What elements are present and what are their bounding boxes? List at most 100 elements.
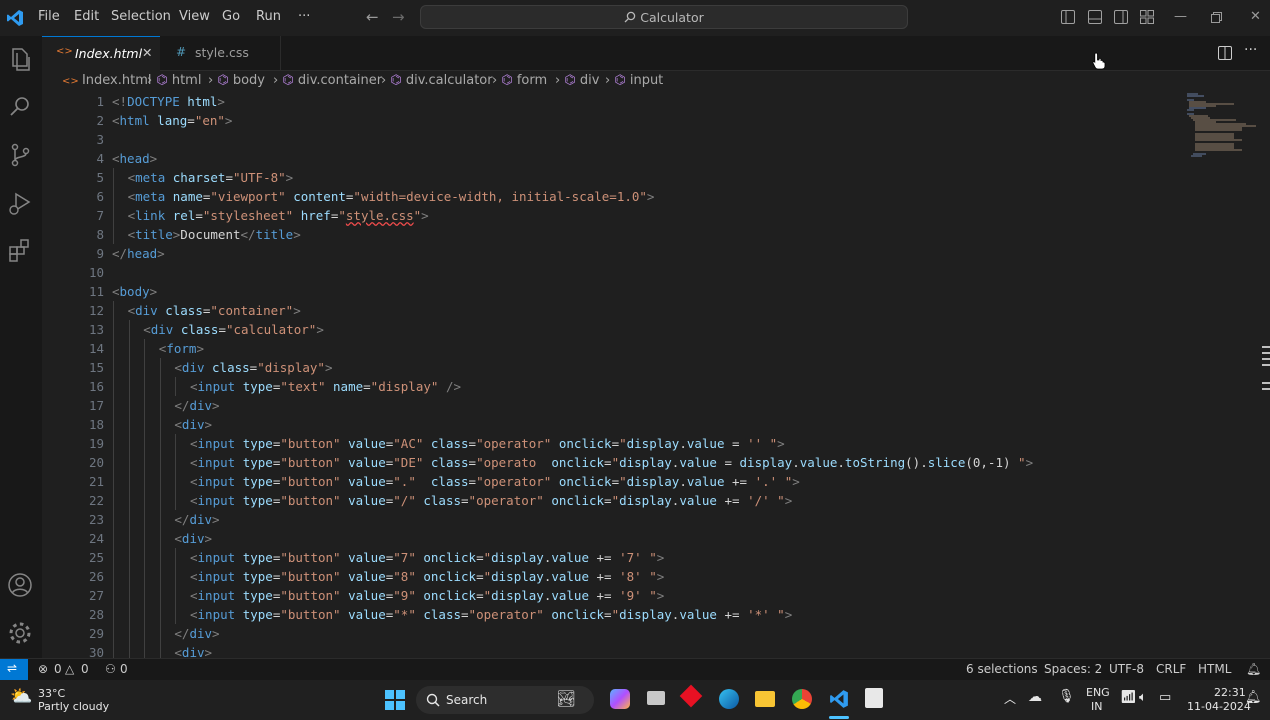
close-tab-icon[interactable]: ✕ [142,45,152,60]
input-language-top[interactable]: ENG [1086,686,1110,699]
clock-time[interactable]: 22:31 [1214,686,1246,699]
command-center[interactable]: Calculator [420,5,908,29]
code-line[interactable]: <div class="display"> [174,360,332,375]
vscode-taskbar-icon[interactable] [829,689,849,709]
code-line[interactable]: <html lang="en"> [112,113,232,128]
warnings-icon[interactable]: △ [65,662,74,676]
edge-browser-icon[interactable] [719,689,739,709]
menu-edit[interactable]: Edit [74,9,99,24]
notifications-bell-icon[interactable]: 🔔︎ [1246,662,1261,676]
code-editor[interactable]: 1 <!DOCTYPE html> 2 <html lang="en"> 3 4 <head… [0,0,1270,662]
code-line[interactable]: </div> [174,626,219,641]
search-icon[interactable] [5,92,35,122]
copilot-icon[interactable] [610,689,630,709]
extensions-icon[interactable] [5,236,35,266]
customize-layout-icon[interactable] [1140,10,1154,24]
menu-file[interactable]: File [38,9,60,24]
wifi-icon[interactable]: 📶︎ [1120,690,1137,705]
ports-icon[interactable]: ⚇ [105,662,116,676]
menu-view[interactable]: View [179,9,210,24]
notepad-icon[interactable] [865,688,883,708]
indentation[interactable]: Spaces: 2 [1044,662,1102,676]
back-arrow-icon[interactable]: ← [366,8,379,26]
ports-count[interactable]: 0 [120,662,128,676]
toggle-panel-icon[interactable] [1088,10,1102,24]
menu-selection[interactable]: Selection [111,9,171,24]
weather-temp[interactable]: 33°C [38,687,65,700]
code-line[interactable]: <!DOCTYPE html> [112,94,225,109]
end-of-line[interactable]: CRLF [1156,662,1186,676]
split-editor-icon[interactable] [1218,46,1232,60]
weather-desc[interactable]: Partly cloudy [38,700,109,713]
code-line[interactable]: <input type="button" value="9" onclick="… [190,588,664,603]
chevron-up-icon[interactable]: ︿ [1004,690,1016,707]
breadcrumb-item[interactable]: input [630,73,663,88]
minimize-icon[interactable]: — [1174,9,1187,24]
code-line[interactable]: <input type="button" value="/" class="op… [190,493,792,508]
code-line[interactable]: <body> [112,284,157,299]
code-line[interactable]: </head> [112,246,165,261]
code-line[interactable]: <title>Document</title> [128,227,301,242]
code-line[interactable]: <div> [174,531,212,546]
code-line[interactable]: <input type="button" value="AC" class="o… [190,436,785,451]
more-actions-icon[interactable]: ··· [1244,42,1257,58]
menu-more[interactable]: ··· [298,9,310,24]
app-icon[interactable] [679,684,703,708]
minimap[interactable] [1186,92,1260,162]
file-explorer-icon[interactable] [755,691,775,707]
tab-index-html[interactable]: <> Index.html ✕ [42,36,160,71]
forward-arrow-icon[interactable]: → [392,8,405,26]
code-line[interactable]: </div> [174,512,219,527]
breadcrumb-item[interactable]: div.container [298,73,382,88]
code-line[interactable]: <head> [112,151,157,166]
microphone-icon[interactable]: 🎙︎ [1058,689,1075,704]
toggle-primary-sidebar-icon[interactable] [1061,10,1075,24]
breadcrumb-item[interactable]: div.calculator [406,73,493,88]
breadcrumb-item[interactable]: div [580,73,600,88]
code-line[interactable]: <meta name="viewport" content="width=dev… [128,189,655,204]
menu-go[interactable]: Go [222,9,240,24]
code-line[interactable]: <input type="button" value="7" onclick="… [190,550,664,565]
windows-start-icon[interactable] [385,690,405,710]
breadcrumb-item[interactable]: Index.html [82,73,152,88]
selection-count[interactable]: 6 selections [966,662,1038,676]
code-line[interactable]: <div class="calculator"> [143,322,324,337]
code-line[interactable]: <div> [174,417,212,432]
source-control-icon[interactable] [5,140,35,170]
warning-count[interactable]: 0 [81,662,89,676]
task-view-icon[interactable] [647,691,665,705]
code-line[interactable]: <div class="container"> [128,303,301,318]
menu-run[interactable]: Run [256,9,281,24]
errors-icon[interactable]: ⊗ [38,662,48,676]
code-line[interactable]: <meta charset="UTF-8"> [128,170,294,185]
tab-style-css[interactable]: # style.css [160,36,281,70]
explorer-icon[interactable] [5,44,35,74]
error-count[interactable]: 0 [54,662,62,676]
volume-icon[interactable]: 🔈︎ [1139,690,1147,705]
code-line[interactable]: <input type="button" value="DE" class="o… [190,455,1033,470]
restore-icon[interactable] [1211,12,1222,23]
code-line[interactable]: <input type="button" value="*" class="op… [190,607,792,622]
toggle-secondary-sidebar-icon[interactable] [1114,10,1128,24]
breadcrumb-item[interactable]: form [517,73,547,88]
close-window-icon[interactable]: ✕ [1250,9,1261,24]
run-and-debug-icon[interactable] [5,188,35,218]
battery-icon[interactable]: ▭ [1159,690,1171,705]
code-line[interactable]: <input type="button" value="." class="op… [190,474,800,489]
notification-center-icon[interactable]: 🔔︎ [1245,690,1262,705]
encoding[interactable]: UTF-8 [1109,662,1144,676]
language-mode[interactable]: HTML [1198,662,1231,676]
settings-gear-icon[interactable] [5,618,35,648]
onedrive-cloud-icon[interactable]: ☁ [1028,689,1042,705]
accounts-icon[interactable] [5,570,35,600]
remote-indicator[interactable]: ⇌ [0,659,28,680]
breadcrumb-item[interactable]: html [172,73,202,88]
code-line[interactable]: <form> [159,341,204,356]
taskbar-search[interactable]: Search 🏞 [416,686,594,714]
breadcrumb-item[interactable]: body [233,73,265,88]
code-line[interactable]: </div> [174,398,219,413]
input-language-bottom[interactable]: IN [1091,700,1102,713]
clock-date[interactable]: 11-04-2024 [1187,700,1251,713]
chrome-browser-icon[interactable] [792,689,812,709]
code-line[interactable]: <input type="button" value="8" onclick="… [190,569,664,584]
